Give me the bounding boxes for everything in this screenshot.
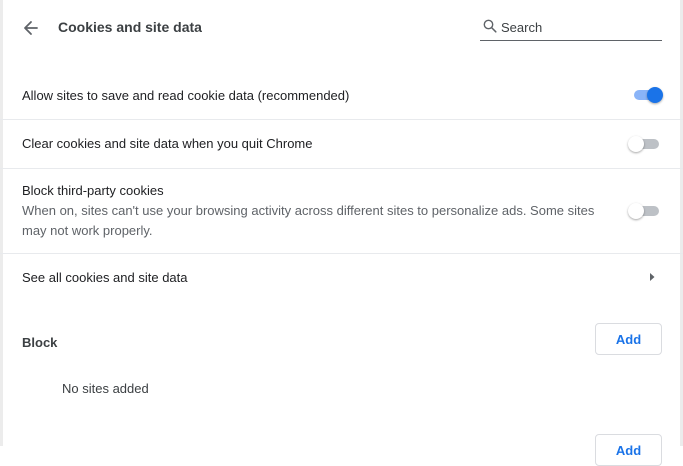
clear-on-quit-toggle[interactable] — [628, 136, 660, 152]
block-third-party-label: Block third-party cookies — [22, 183, 164, 198]
block-add-button[interactable]: Add — [595, 323, 662, 355]
arrow-right-icon[interactable] — [648, 272, 656, 282]
search-input[interactable] — [501, 16, 659, 38]
toggle-knob — [628, 136, 644, 152]
allow-cookies-label: Allow sites to save and read cookie data… — [22, 88, 350, 103]
setting-row-clear-on-quit: Clear cookies and site data when you qui… — [0, 120, 683, 169]
see-all-cookies-label: See all cookies and site data — [22, 270, 188, 285]
page-header: Cookies and site data — [0, 0, 683, 56]
toggle-knob — [628, 203, 644, 219]
block-empty-text: No sites added — [62, 381, 149, 396]
block-third-party-toggle[interactable] — [628, 203, 660, 219]
allow-cookies-toggle[interactable] — [631, 87, 663, 103]
block-section-title: Block — [22, 335, 58, 350]
setting-row-allow-cookies: Allow sites to save and read cookie data… — [0, 71, 683, 120]
back-button[interactable] — [20, 17, 42, 39]
toggle-knob — [647, 87, 663, 103]
clear-on-quit-label: Clear cookies and site data when you qui… — [22, 136, 313, 151]
page-title: Cookies and site data — [58, 19, 202, 35]
settings-page: Cookies and site data Allow sites to sav… — [0, 0, 683, 466]
see-all-cookies-row[interactable]: See all cookies and site data — [0, 254, 683, 302]
arrow-back-icon — [24, 21, 38, 35]
search-box[interactable] — [480, 16, 662, 41]
setting-row-block-third-party: Block third-party cookies When on, sites… — [0, 169, 683, 254]
block-third-party-description: When on, sites can't use your browsing a… — [22, 203, 595, 238]
search-icon — [483, 19, 497, 33]
allow-add-button[interactable]: Add — [595, 434, 662, 466]
